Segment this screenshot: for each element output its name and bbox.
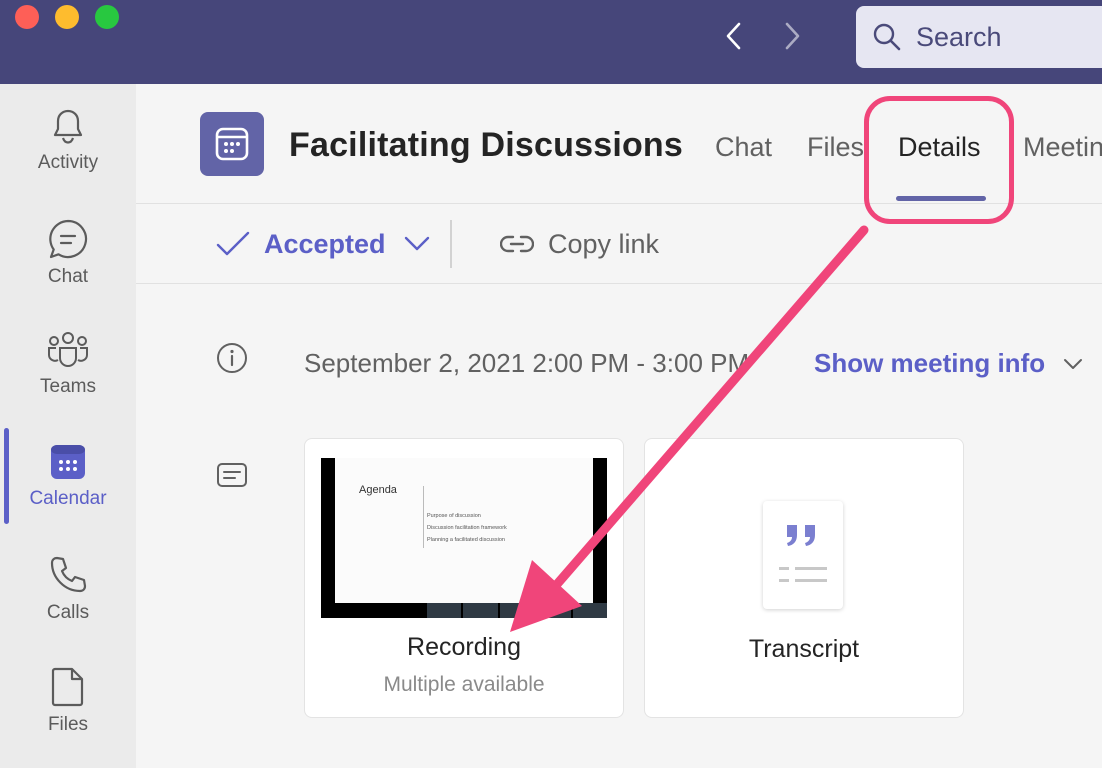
meeting-calendar-icon: [200, 112, 264, 176]
title-bar: Search: [0, 0, 1102, 84]
back-button[interactable]: [718, 20, 750, 52]
meeting-datetime: September 2, 2021 2:00 PM - 3:00 PM: [304, 348, 750, 378]
slide-bullet: Planning a facilitated discussion: [427, 537, 505, 543]
rail-label: Calls: [46, 602, 90, 623]
link-icon: [500, 235, 534, 253]
tab-meeting-notes[interactable]: Meetin: [1023, 132, 1102, 163]
meeting-title: Facilitating Discussions: [289, 126, 684, 164]
slide-bullet: Purpose of discussion: [427, 513, 481, 519]
participant-tile: [572, 603, 608, 618]
rail-item-teams[interactable]: Teams: [0, 308, 136, 420]
participant-tile: [499, 603, 535, 618]
rail-item-chat[interactable]: Chat: [0, 196, 136, 308]
rail-item-files[interactable]: Files: [0, 644, 136, 756]
annotation-highlight-box: [864, 96, 1014, 224]
rail-label: Calendar: [29, 488, 107, 509]
show-meeting-info-button[interactable]: Show meeting info: [814, 348, 1083, 379]
search-input[interactable]: Search: [856, 6, 1102, 68]
slide-bullet: Discussion facilitation framework: [427, 525, 507, 531]
file-icon: [51, 667, 84, 707]
participant-tile: [427, 603, 462, 618]
rail-label: Activity: [37, 152, 99, 173]
forward-button[interactable]: [776, 20, 808, 52]
participant-video-strip: [427, 603, 608, 618]
copy-link-button[interactable]: Copy link: [500, 224, 659, 264]
search-placeholder: Search: [916, 21, 1002, 52]
show-meeting-info-label: Show meeting info: [814, 348, 1046, 378]
quote-icon: [779, 525, 827, 582]
participant-tile: [463, 603, 498, 618]
rsvp-dropdown-button[interactable]: Accepted: [216, 224, 430, 264]
slide-preview: Agenda Purpose of discussion Discussion …: [335, 458, 593, 603]
transcript-document-icon: [763, 501, 843, 609]
rail-label: Chat: [47, 266, 89, 287]
rail-item-calendar[interactable]: Calendar: [0, 420, 136, 532]
bell-icon: [53, 109, 83, 144]
rail-label: Teams: [40, 376, 96, 397]
rail-item-activity[interactable]: Activity: [0, 84, 136, 196]
calendar-icon: [51, 445, 85, 479]
slide-divider: [423, 486, 424, 548]
recording-label: Recording: [407, 633, 521, 661]
transcript-card[interactable]: Transcript: [644, 438, 964, 718]
tab-files[interactable]: Files: [807, 132, 864, 163]
recording-thumbnail: Agenda Purpose of discussion Discussion …: [321, 458, 608, 618]
details-content: September 2, 2021 2:00 PM - 3:00 PM Show…: [136, 284, 1102, 768]
checkmark-icon: [216, 231, 250, 256]
rsvp-status-label: Accepted: [264, 228, 386, 259]
minimize-window-button[interactable]: [55, 5, 79, 29]
zoom-window-button[interactable]: [95, 5, 119, 29]
rail-label: Files: [47, 714, 89, 735]
copy-link-label: Copy link: [548, 228, 660, 259]
transcript-label: Transcript: [748, 635, 860, 663]
slide-title: Agenda: [359, 484, 397, 496]
chat-icon: [49, 219, 88, 259]
tab-chat[interactable]: Chat: [715, 132, 772, 163]
toolbar-divider: [450, 220, 452, 268]
search-icon: [873, 23, 901, 51]
close-window-button[interactable]: [15, 5, 39, 29]
app-rail: Activity Chat Teams Calendar Calls Files: [0, 84, 136, 768]
chevron-left-icon: [726, 22, 741, 50]
chevron-down-icon: [1064, 358, 1083, 369]
recording-card[interactable]: Agenda Purpose of discussion Discussion …: [304, 438, 624, 718]
chevron-down-icon: [404, 236, 429, 251]
phone-icon: [50, 556, 87, 593]
rail-item-calls[interactable]: Calls: [0, 532, 136, 644]
chevron-right-icon: [785, 22, 800, 50]
info-icon: [217, 343, 247, 373]
teams-icon: [48, 332, 88, 367]
notes-icon: [217, 463, 247, 487]
participant-tile: [536, 603, 571, 618]
recording-sublabel: Multiple available: [383, 673, 545, 696]
